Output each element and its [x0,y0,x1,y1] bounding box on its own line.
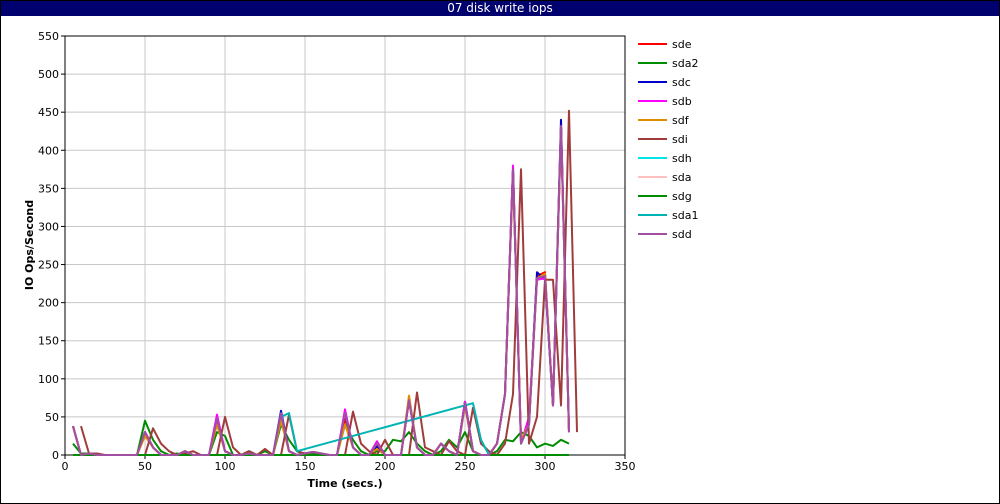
y-axis-label: IO Ops/Second [23,200,36,290]
legend-label-sdi: sdi [672,133,688,146]
x-tick-label: 350 [615,460,636,473]
line-chart: 0 50 100 150 200 250 300 350 0 50 100 150 200 250 300 3… [23,30,698,490]
y-tick-label: 250 [38,259,59,272]
x-tick-label: 200 [375,460,396,473]
y-tick-label: 0 [52,449,59,462]
x-tick-label: 300 [535,460,556,473]
legend-label-sda1: sda1 [672,209,698,222]
x-tick-label: 0 [62,460,69,473]
y-tick-label: 450 [38,106,59,119]
legend-label-sdb: sdb [672,95,692,108]
legend-label-sda2: sda2 [672,57,698,70]
x-tick-label: 150 [295,460,316,473]
x-tick-label: 100 [215,460,236,473]
y-tick-label: 100 [38,373,59,386]
legend-label-sda: sda [672,171,691,184]
legend-label-sdc: sdc [672,76,691,89]
plot-background [65,36,625,455]
legend-label-sdd: sdd [672,228,692,241]
x-axis-label: Time (secs.) [307,477,382,490]
y-tick-label: 150 [38,335,59,348]
legend-label-sdf: sdf [672,114,690,127]
y-tick-label: 550 [38,30,59,43]
grid-lines [64,35,626,456]
y-tick-label: 50 [45,411,59,424]
legend-label-sdg: sdg [672,190,692,203]
legend: sde sda2 sdc sdb sdf sdi sdh sda sdg sda1 sdd [638,38,698,241]
x-tick-label: 250 [455,460,476,473]
y-tick-label: 200 [38,297,59,310]
legend-label-sdh: sdh [672,152,692,165]
y-tick-label: 500 [38,68,59,81]
x-tick-label: 50 [138,460,152,473]
legend-label-sde: sde [672,38,692,51]
y-tick-label: 300 [38,220,59,233]
y-tick-label: 400 [38,144,59,157]
y-tick-label: 350 [38,182,59,195]
